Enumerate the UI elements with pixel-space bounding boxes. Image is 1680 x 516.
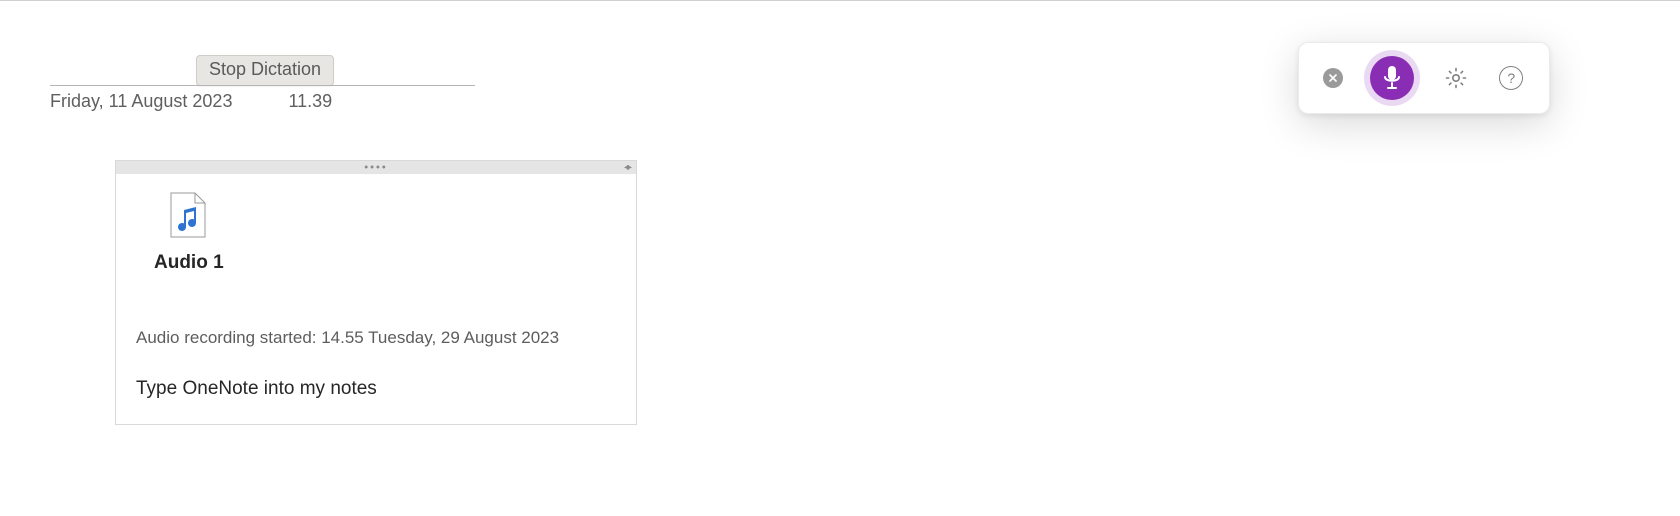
note-body[interactable]: Audio 1 Audio recording started: 14.55 T… [116, 174, 636, 424]
settings-button[interactable] [1442, 64, 1470, 92]
page-time: 11.39 [288, 91, 332, 112]
help-glyph: ? [1507, 70, 1515, 86]
resize-arrows-icon[interactable]: ◂▸ [624, 163, 630, 173]
close-icon [1329, 74, 1337, 82]
audio-attachment[interactable]: Audio 1 [170, 192, 616, 274]
note-container-drag-handle[interactable]: •••• ◂▸ [116, 161, 636, 174]
note-container[interactable]: •••• ◂▸ Audio 1 Audio recording started:… [115, 160, 637, 425]
gear-icon [1444, 66, 1468, 90]
audio-attachment-label: Audio 1 [154, 252, 224, 274]
help-icon: ? [1499, 66, 1523, 90]
help-button[interactable]: ? [1497, 64, 1525, 92]
microphone-button[interactable] [1370, 56, 1414, 100]
note-typed-text[interactable]: Type OneNote into my notes [136, 378, 616, 400]
stop-dictation-label: Stop Dictation [209, 59, 321, 79]
close-button[interactable] [1323, 68, 1343, 88]
dictation-toolbar: ? [1298, 42, 1550, 114]
window-top-border [0, 0, 1680, 1]
page-date-header: Friday, 11 August 2023 11.39 [50, 85, 475, 112]
audio-file-icon [170, 192, 206, 238]
microphone-icon [1382, 65, 1402, 91]
page-date: Friday, 11 August 2023 [50, 91, 232, 112]
recording-status-text: Audio recording started: 14.55 Tuesday, … [136, 328, 616, 348]
drag-dots-icon: •••• [364, 162, 387, 173]
stop-dictation-tooltip: Stop Dictation [196, 55, 334, 86]
